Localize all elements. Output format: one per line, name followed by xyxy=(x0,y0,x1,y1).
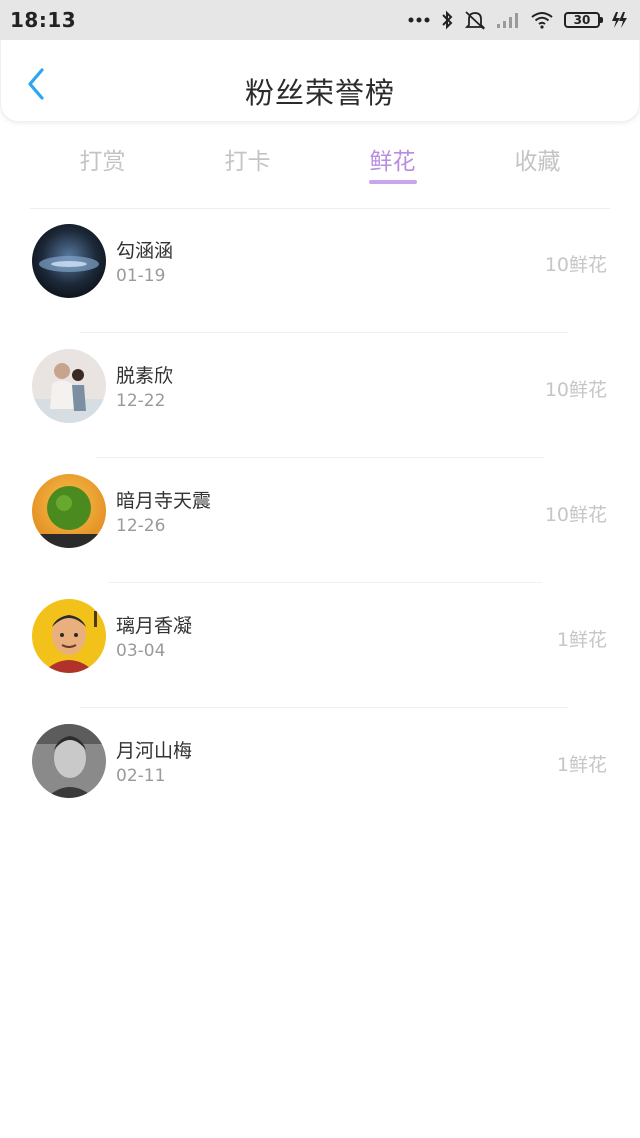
fan-name: 勾涵涵 xyxy=(116,240,174,262)
page-title: 粉丝荣誉榜 xyxy=(244,76,395,110)
dots-icon xyxy=(408,16,430,24)
list-item[interactable]: 璃月香凝 03-04 1鲜花 xyxy=(0,583,640,708)
tab-bar: 打赏 打卡 鲜花 收藏 xyxy=(30,128,610,209)
battery-icon: 30 xyxy=(564,12,603,28)
tab-favorites[interactable]: 收藏 xyxy=(465,128,610,208)
tab-checkin[interactable]: 打卡 xyxy=(175,128,320,208)
avatar xyxy=(32,599,106,673)
charging-icon xyxy=(610,11,628,29)
mute-icon xyxy=(464,10,486,30)
bluetooth-icon xyxy=(440,10,454,30)
list-item[interactable]: 暗月寺天震 12-26 10鲜花 xyxy=(0,458,640,583)
nav-header: 粉丝荣誉榜 xyxy=(0,40,640,122)
status-icons: 30 xyxy=(408,10,628,30)
battery-level: 30 xyxy=(573,13,591,27)
list-item[interactable]: 脱素欣 12-22 10鲜花 xyxy=(0,333,640,458)
avatar xyxy=(32,349,106,423)
fan-list: 勾涵涵 01-19 10鲜花 脱素欣 12-22 10鲜花 暗月寺天震 12-2… xyxy=(0,208,640,833)
fan-date: 12-26 xyxy=(116,516,166,536)
avatar xyxy=(32,474,106,548)
fan-amount: 10鲜花 xyxy=(544,504,607,526)
tab-tips[interactable]: 打赏 xyxy=(30,128,175,208)
fan-date: 03-04 xyxy=(116,641,166,661)
tab-flowers[interactable]: 鲜花 xyxy=(320,128,465,208)
wifi-icon xyxy=(530,11,554,29)
fan-name: 璃月香凝 xyxy=(116,615,193,637)
fan-amount: 1鲜花 xyxy=(556,754,607,776)
list-item[interactable]: 勾涵涵 01-19 10鲜花 xyxy=(0,208,640,333)
avatar xyxy=(32,224,106,298)
status-bar: 18:13 30 xyxy=(0,0,640,40)
fan-name: 月河山梅 xyxy=(116,740,193,762)
fan-name: 脱素欣 xyxy=(116,365,174,387)
fan-amount: 1鲜花 xyxy=(556,629,607,651)
fan-amount: 10鲜花 xyxy=(544,254,607,276)
fan-date: 12-22 xyxy=(116,391,166,411)
fan-name: 暗月寺天震 xyxy=(116,490,212,512)
avatar xyxy=(32,724,106,798)
fan-date: 01-19 xyxy=(116,266,166,286)
status-time: 18:13 xyxy=(10,8,77,32)
fan-date: 02-11 xyxy=(116,766,166,786)
fan-amount: 10鲜花 xyxy=(544,379,607,401)
list-item[interactable]: 月河山梅 02-11 1鲜花 xyxy=(0,708,640,833)
signal-icon xyxy=(496,11,520,29)
